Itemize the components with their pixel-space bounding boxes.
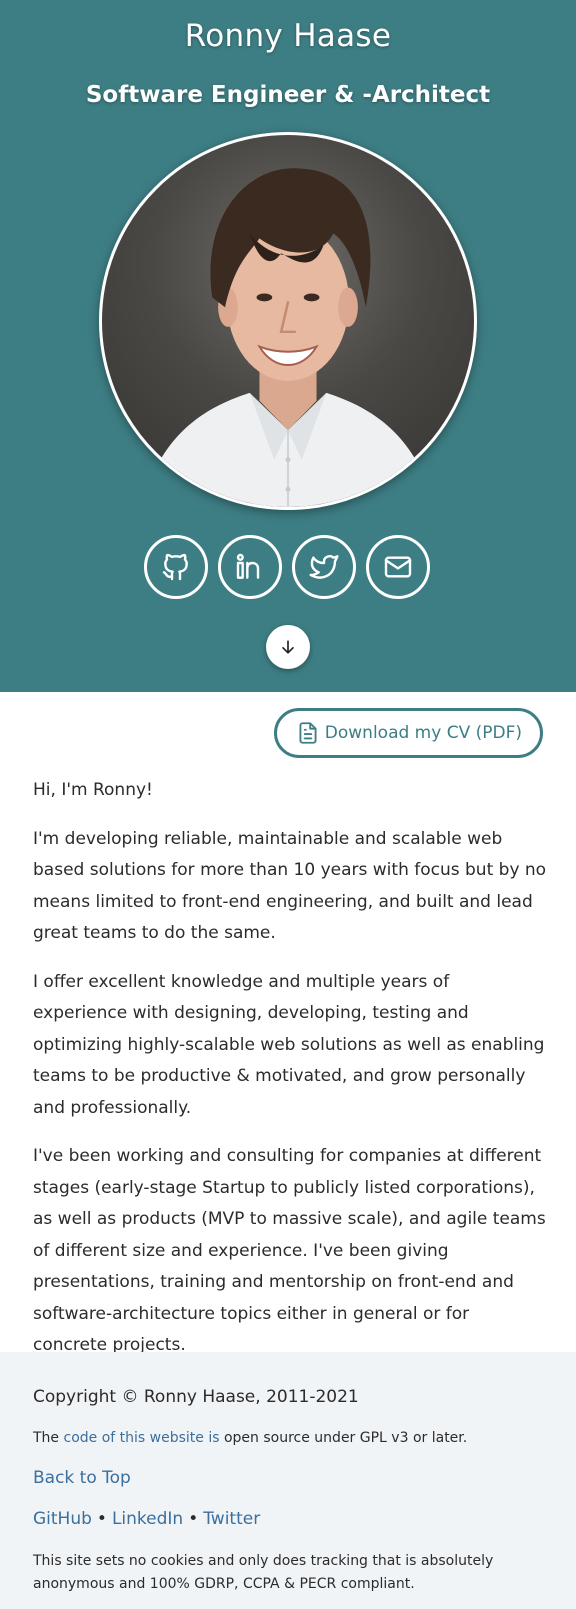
footer-twitter-link[interactable]: Twitter (203, 1509, 260, 1529)
twitter-link[interactable] (292, 535, 356, 599)
page-title: Ronny Haase (184, 18, 392, 54)
footer: Copyright © Ronny Haase, 2011-2021 The c… (0, 1352, 576, 1609)
source-notice-prefix: The (33, 1430, 64, 1446)
twitter-icon (309, 555, 339, 579)
portrait-illustration (141, 168, 435, 507)
separator: • (188, 1509, 199, 1529)
social-links (144, 535, 432, 599)
scroll-down-button[interactable] (266, 625, 310, 669)
about-paragraph: I'm developing reliable, maintainable an… (33, 828, 547, 944)
source-notice-suffix: open source under GPL v3 or later. (219, 1430, 468, 1446)
greeting: Hi, I'm Ronny! (33, 780, 153, 800)
download-cv-label: Download my CV (PDF) (324, 723, 522, 743)
email-link[interactable] (366, 535, 430, 599)
back-to-top-row: Back to Top (33, 1465, 131, 1491)
portrait-photo (99, 132, 477, 510)
footer-github-link[interactable]: GitHub (33, 1509, 92, 1529)
github-link[interactable] (144, 535, 208, 599)
about-section: Hi, I'm Ronny! I'm developing reliable, … (33, 775, 548, 1379)
source-notice: The code of this website is open source … (33, 1428, 467, 1448)
separator: • (96, 1509, 107, 1529)
footer-social-links: GitHub • LinkedIn • Twitter (33, 1506, 260, 1532)
linkedin-link[interactable] (218, 535, 282, 599)
about-paragraph: I've been working and consulting for com… (33, 1146, 546, 1355)
about-paragraph: I offer excellent knowledge and multiple… (33, 971, 545, 1118)
download-cv-button[interactable]: Download my CV (PDF) (273, 708, 543, 758)
github-icon (162, 553, 188, 581)
copyright: Copyright © Ronny Haase, 2011-2021 (33, 1387, 359, 1407)
document-icon (299, 722, 317, 744)
arrow-down-icon (282, 640, 294, 654)
cv-download-row: Download my CV (PDF) (273, 708, 543, 758)
job-title: Software Engineer & -Architect (85, 82, 491, 108)
mail-icon (384, 556, 412, 578)
footer-linkedin-link[interactable]: LinkedIn (112, 1509, 183, 1529)
hero-section: Ronny Haase Software Engineer & -Archite… (0, 0, 576, 692)
back-to-top-link[interactable]: Back to Top (33, 1468, 131, 1488)
linkedin-icon (236, 553, 260, 579)
privacy-notice: This site sets no cookies and only does … (33, 1553, 494, 1592)
source-code-link[interactable]: code of this website is (64, 1430, 220, 1446)
